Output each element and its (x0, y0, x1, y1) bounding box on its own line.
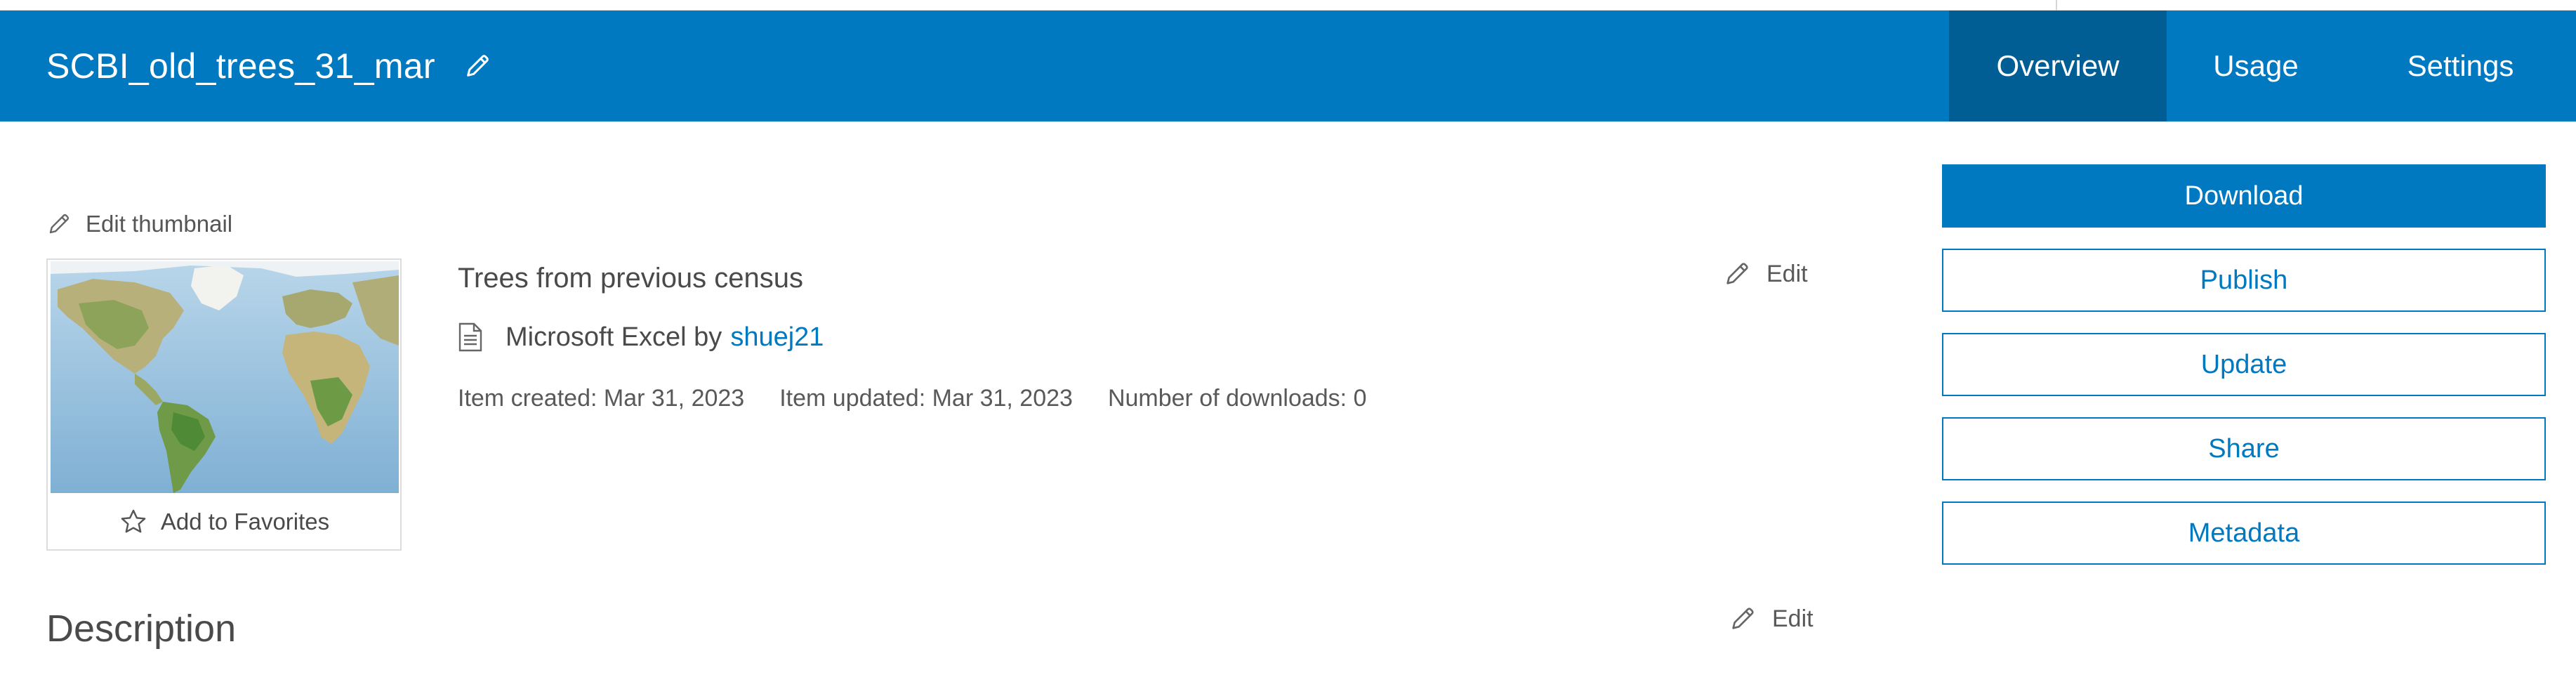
edit-description-label: Edit (1772, 605, 1814, 632)
title-wrap: SCBI_old_trees_31_mar (46, 11, 491, 122)
item-title: SCBI_old_trees_31_mar (46, 46, 435, 86)
metadata-button[interactable]: Metadata (1942, 501, 2546, 565)
star-icon (121, 509, 146, 533)
item-updated: Item updated: Mar 31, 2023 (779, 385, 1073, 412)
share-button[interactable]: Share (1942, 417, 2546, 480)
pencil-icon[interactable] (463, 52, 491, 80)
add-to-favorites-label: Add to Favorites (160, 509, 330, 535)
top-strip-separator (2056, 0, 2057, 11)
edit-summary-label: Edit (1766, 260, 1808, 287)
item-header: SCBI_old_trees_31_mar Overview Usage Set… (0, 11, 2576, 122)
download-button[interactable]: Download (1942, 164, 2546, 228)
pencil-icon (1732, 608, 1754, 629)
edit-description-link[interactable]: Edit (1729, 605, 1814, 633)
edit-thumbnail-link[interactable]: Edit thumbnail (46, 211, 232, 237)
item-created: Item created: Mar 31, 2023 (458, 385, 745, 412)
item-downloads: Number of downloads: 0 (1107, 385, 1367, 412)
top-strip (0, 0, 2576, 11)
item-type-line: Microsoft Excel by shuej21 (458, 322, 824, 353)
update-button[interactable]: Update (1942, 333, 2546, 396)
thumbnail-card: Add to Favorites (46, 258, 402, 551)
add-to-favorites-button[interactable]: Add to Favorites (48, 494, 400, 549)
thumbnail-map-image[interactable] (51, 261, 399, 493)
item-owner-link[interactable]: shuej21 (730, 322, 824, 353)
item-metadata-line: Item created: Mar 31, 2023 Item updated:… (458, 385, 1401, 412)
pencil-icon (49, 214, 70, 234)
tab-overview[interactable]: Overview (1949, 11, 2167, 122)
item-summary: Trees from previous census (458, 263, 804, 294)
pencil-icon (1726, 263, 1748, 284)
item-tabs: Overview Usage Settings (1949, 11, 2576, 122)
edit-thumbnail-label: Edit thumbnail (86, 211, 233, 237)
edit-summary-link[interactable]: Edit (1723, 260, 1808, 288)
publish-button[interactable]: Publish (1942, 249, 2546, 312)
description-heading: Description (46, 608, 237, 650)
document-icon (458, 322, 482, 352)
tab-usage[interactable]: Usage (2167, 11, 2345, 122)
item-type-text: Microsoft Excel by (506, 322, 722, 352)
tab-settings[interactable]: Settings (2345, 11, 2576, 122)
action-buttons: Download Publish Update Share Metadata (1942, 164, 2546, 586)
